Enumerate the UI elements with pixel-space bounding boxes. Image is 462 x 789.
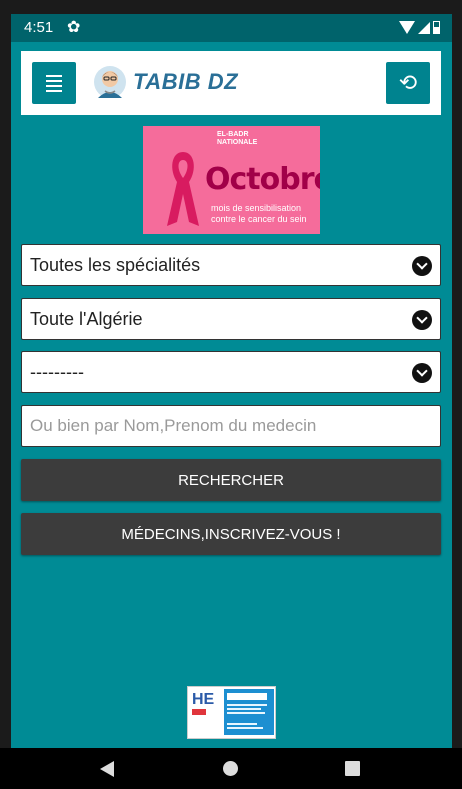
ad-text-line — [227, 708, 261, 710]
commune-value: --------- — [30, 362, 84, 382]
battery-icon — [433, 21, 440, 34]
region-value: Toute l'Algérie — [30, 309, 143, 329]
back-triangle-icon[interactable] — [100, 761, 114, 777]
ad-panel — [224, 689, 274, 735]
doctor-register-button[interactable]: MÉDECINS,INSCRIVEZ-VOUS ! — [21, 513, 441, 555]
chevron-down-icon — [412, 310, 432, 330]
menu-icon — [46, 74, 62, 92]
app-header: TABIB DZ ⟲ — [21, 51, 441, 115]
specialty-value: Toutes les spécialités — [30, 255, 201, 275]
ad-text-line — [227, 723, 257, 725]
banner-title: Octobre — [205, 162, 320, 197]
app-logo: TABIB DZ — [93, 65, 238, 99]
refresh-button[interactable]: ⟲ — [386, 62, 430, 104]
ad-text-line — [227, 712, 265, 714]
commune-select[interactable]: --------- — [21, 351, 441, 393]
status-bar: 4:51 ✿ — [11, 14, 452, 42]
recents-square-icon[interactable] — [345, 761, 360, 776]
specialty-select[interactable]: Toutes les spécialités — [21, 244, 441, 286]
pink-ribbon-icon — [167, 152, 199, 226]
wifi-icon — [399, 21, 415, 34]
home-circle-icon[interactable] — [223, 761, 238, 776]
refresh-icon: ⟲ — [398, 70, 418, 95]
ad-logo: HE — [192, 691, 215, 708]
ad-header-block — [227, 693, 267, 700]
doctor-avatar-icon — [94, 66, 126, 98]
app-name: TABIB DZ — [133, 69, 239, 94]
app-screen: 4:51 ✿ TABIB DZ ⟲ EL-BADR NATIONALE Octo… — [11, 14, 452, 748]
banner-subtitle: mois de sensibilisation contre le cancer… — [211, 203, 307, 224]
ad-banner[interactable]: HE — [187, 686, 276, 739]
banner-org: EL-BADR NATIONALE — [217, 131, 258, 146]
search-button[interactable]: RECHERCHER — [21, 459, 441, 501]
chevron-down-icon — [412, 363, 432, 383]
status-icons — [399, 21, 440, 34]
status-time: 4:51 — [24, 19, 54, 36]
ad-text-line — [227, 727, 263, 729]
doctor-name-search-input[interactable] — [21, 405, 441, 447]
chevron-down-icon — [412, 256, 432, 276]
ad-stripe — [192, 709, 206, 715]
menu-button[interactable] — [32, 62, 76, 104]
promo-banner[interactable]: EL-BADR NATIONALE Octobre mois de sensib… — [143, 126, 320, 234]
settings-icon: ✿ — [67, 19, 81, 36]
ad-text-line — [227, 704, 267, 706]
system-nav-bar — [0, 748, 462, 789]
signal-icon — [418, 21, 430, 34]
region-select[interactable]: Toute l'Algérie — [21, 298, 441, 340]
